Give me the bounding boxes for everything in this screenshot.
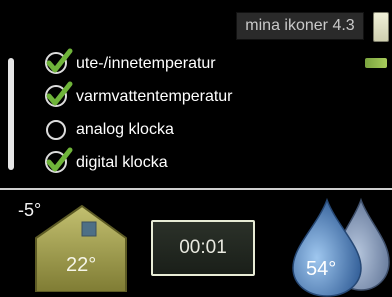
menu-title: mina ikoner 4.3 bbox=[236, 12, 364, 40]
water-drop-icon bbox=[292, 197, 390, 297]
option-analog-clock[interactable]: analog klocka bbox=[44, 116, 174, 144]
divider bbox=[0, 188, 392, 190]
option-label: ute-/innetemperatur bbox=[76, 55, 216, 72]
outdoor-temp: -5° bbox=[18, 200, 42, 220]
list-scrollbar[interactable] bbox=[8, 58, 14, 170]
option-label: analog klocka bbox=[76, 121, 174, 138]
menu-progress-indicator bbox=[365, 58, 387, 68]
option-label: varmvattentemperatur bbox=[76, 88, 233, 105]
indoor-temp: 22° bbox=[66, 254, 97, 276]
empty-checkbox-icon[interactable] bbox=[44, 117, 70, 143]
hot-water-temp: 54° bbox=[306, 258, 337, 280]
scroll-position-knob[interactable] bbox=[373, 12, 389, 42]
option-label: digital klocka bbox=[76, 154, 168, 171]
checkmark-icon[interactable] bbox=[44, 81, 73, 110]
checkmark-icon[interactable] bbox=[44, 147, 73, 176]
checkmark-icon[interactable] bbox=[44, 48, 73, 77]
option-digital-clock[interactable]: digital klocka bbox=[44, 147, 168, 177]
option-hot-water-temp[interactable]: varmvattentemperatur bbox=[44, 81, 233, 111]
display-screen: mina ikoner 4.3 ute-/innetemperatur varm… bbox=[0, 0, 392, 297]
option-outdoor-indoor-temp[interactable]: ute-/innetemperatur bbox=[44, 48, 216, 78]
digital-clock: 00:01 bbox=[151, 220, 255, 276]
house-icon bbox=[35, 205, 127, 292]
